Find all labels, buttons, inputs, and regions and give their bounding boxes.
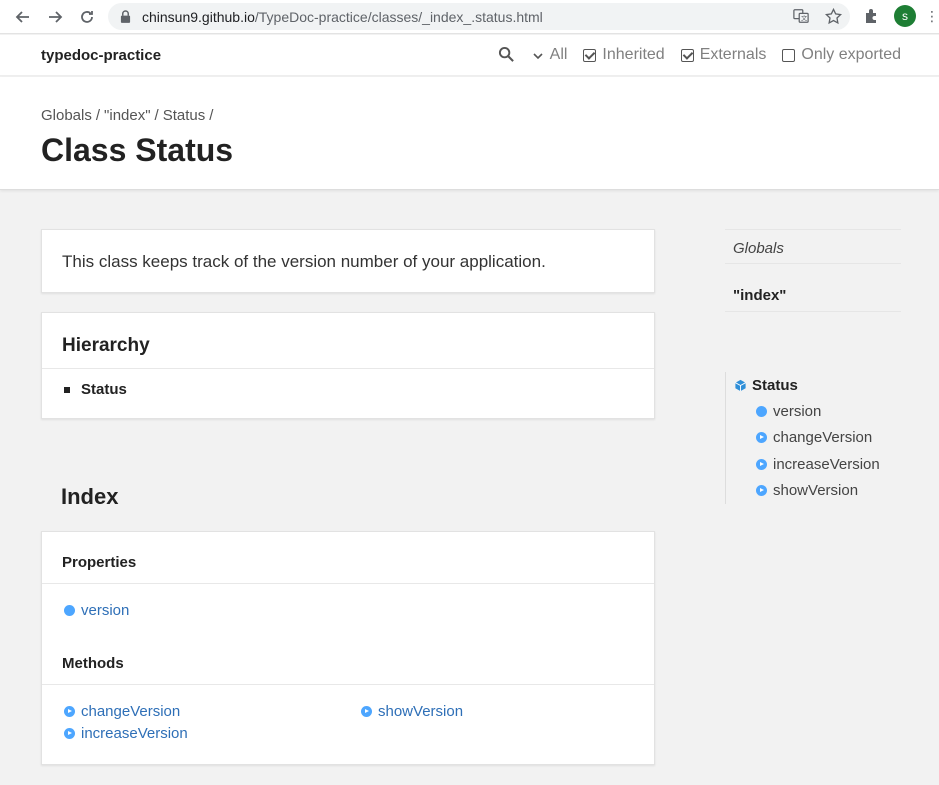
only-exported-label: Only exported: [801, 46, 901, 63]
sidebar-member-label: showVersion: [773, 482, 859, 499]
index-link-label: increaseVersion: [81, 725, 188, 742]
bookmark-star-icon[interactable]: [824, 7, 842, 25]
doc-toolbar: typedoc-practice All Inherited Externals…: [0, 35, 939, 76]
reload-icon[interactable]: [75, 5, 99, 29]
page-title: Class Status: [41, 132, 234, 168]
divider: [42, 368, 654, 369]
page-header: Globals / "index" / Status / Class Status: [0, 77, 939, 190]
methods-title: Methods: [62, 655, 124, 672]
bullet-square-icon: [64, 386, 70, 393]
chevron-down-icon: [532, 49, 544, 61]
hierarchy-panel: Hierarchy Status: [41, 312, 655, 419]
index-link-showversion[interactable]: showVersion: [361, 703, 463, 720]
divider: [42, 684, 654, 685]
url-text: chinsun9.github.io/TypeDoc-practice/clas…: [142, 9, 543, 25]
filter-all-label: All: [549, 46, 568, 63]
url-path: /TypeDoc-practice/classes/_index_.status…: [254, 8, 543, 25]
hierarchy-title: Hierarchy: [62, 335, 150, 356]
inherited-toggle[interactable]: Inherited: [583, 46, 665, 64]
method-icon: [361, 706, 372, 717]
breadcrumb-index[interactable]: "index": [104, 107, 151, 124]
sidebar-item-index[interactable]: "index": [725, 264, 901, 312]
index-title: Index: [61, 484, 119, 509]
divider: [42, 583, 654, 584]
sidebar-member-version[interactable]: version: [756, 403, 821, 420]
property-icon: [756, 406, 767, 417]
translate-icon[interactable]: 文: [792, 7, 810, 25]
index-link-increaseversion[interactable]: increaseVersion: [64, 725, 188, 742]
hierarchy-item-label: Status: [81, 381, 127, 398]
index-link-version[interactable]: version: [64, 602, 129, 619]
externals-checkbox[interactable]: [680, 48, 694, 62]
address-bar[interactable]: chinsun9.github.io/TypeDoc-practice/clas…: [108, 3, 850, 30]
sidebar-item-status[interactable]: Status: [734, 377, 798, 394]
filter-visibility-select[interactable]: All: [532, 46, 568, 64]
method-icon: [64, 728, 75, 739]
index-link-changeversion[interactable]: changeVersion: [64, 703, 180, 720]
externals-toggle[interactable]: Externals: [680, 46, 767, 64]
method-icon: [756, 432, 767, 443]
extensions-puzzle-icon[interactable]: [863, 7, 881, 25]
url-host: chinsun9.github.io: [142, 8, 255, 25]
sidebar-class-section: Status version changeVersion increaseVer…: [725, 372, 901, 504]
breadcrumb-globals[interactable]: Globals: [41, 107, 92, 124]
only-exported-checkbox[interactable]: [782, 48, 796, 62]
sidebar-member-increaseversion[interactable]: increaseVersion: [756, 456, 880, 473]
inherited-checkbox[interactable]: [583, 48, 597, 62]
site-title[interactable]: typedoc-practice: [41, 47, 161, 64]
search-icon[interactable]: [498, 46, 516, 64]
index-link-label: changeVersion: [81, 703, 181, 720]
breadcrumb-status[interactable]: Status: [163, 107, 206, 124]
sidebar-nav: Globals "index": [725, 229, 901, 312]
sidebar-item-globals[interactable]: Globals: [725, 229, 901, 264]
index-link-label: version: [81, 602, 130, 619]
hierarchy-item: Status: [64, 381, 127, 398]
class-cube-icon: [735, 379, 746, 392]
method-icon: [756, 459, 767, 470]
index-link-label: showVersion: [378, 703, 464, 720]
method-icon: [756, 485, 767, 496]
forward-icon[interactable]: [43, 5, 67, 29]
only-exported-toggle[interactable]: Only exported: [782, 46, 901, 64]
externals-label: Externals: [699, 46, 767, 63]
properties-title: Properties: [62, 554, 137, 571]
property-icon: [64, 605, 75, 616]
breadcrumb: Globals / "index" / Status /: [41, 107, 214, 124]
lock-icon: [120, 10, 132, 24]
sidebar-member-label: version: [773, 403, 822, 420]
sidebar-member-label: changeVersion: [773, 429, 873, 446]
index-panel: Properties version Methods changeVersion…: [41, 531, 655, 765]
svg-text:文: 文: [801, 14, 808, 22]
browser-toolbar: chinsun9.github.io/TypeDoc-practice/clas…: [0, 0, 939, 34]
profile-avatar[interactable]: s: [894, 5, 916, 27]
method-icon: [64, 706, 75, 717]
sidebar-member-showversion[interactable]: showVersion: [756, 482, 858, 499]
sidebar-class-label: Status: [752, 377, 798, 394]
sidebar-member-changeversion[interactable]: changeVersion: [756, 429, 872, 446]
menu-kebab-icon[interactable]: ⋮: [925, 8, 939, 26]
inherited-label: Inherited: [602, 46, 665, 63]
sidebar-member-label: increaseVersion: [773, 456, 880, 473]
class-description: This class keeps track of the version nu…: [41, 229, 655, 293]
back-icon[interactable]: [11, 5, 35, 29]
